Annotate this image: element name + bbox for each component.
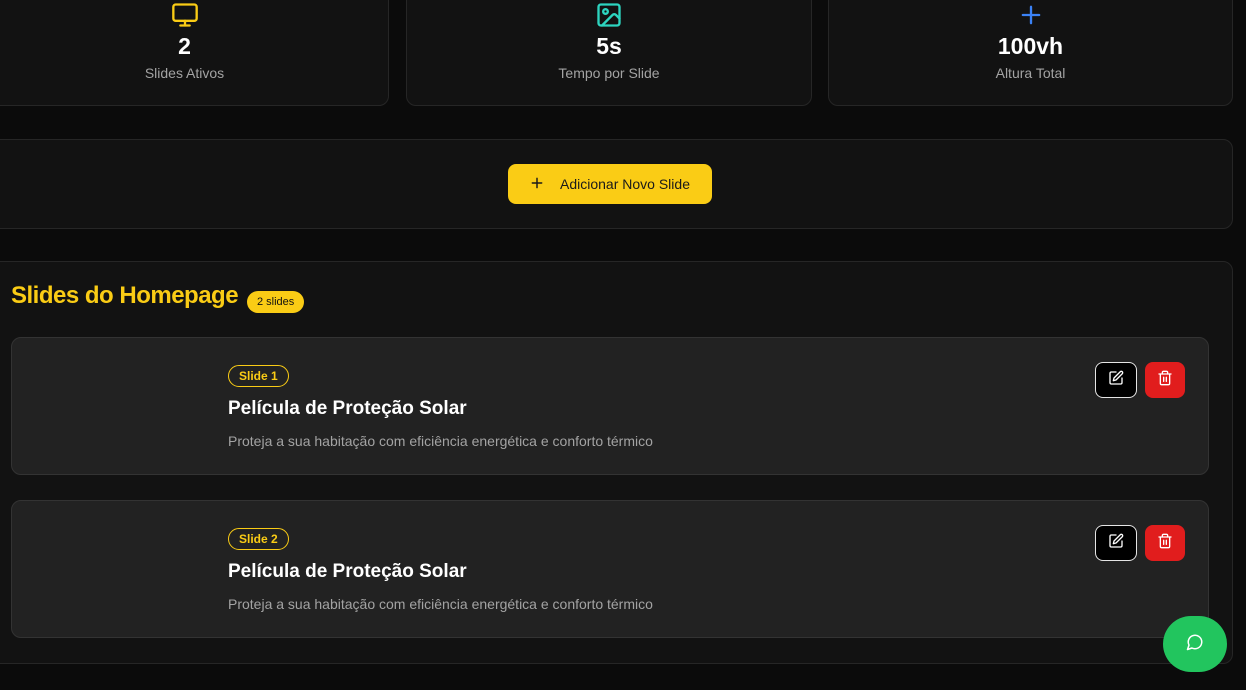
stat-label: Slides Ativos	[144, 65, 225, 81]
stat-value: 5s	[596, 33, 622, 59]
image-icon	[595, 1, 623, 29]
slide-tag: Slide 2	[228, 528, 289, 550]
edit-slide-button[interactable]	[1095, 525, 1137, 561]
stat-value: 100vh	[997, 33, 1064, 59]
plus-icon	[1017, 1, 1045, 29]
monitor-icon	[171, 1, 199, 29]
slide-card: Slide 1 Película de Proteção Solar Prote…	[11, 337, 1209, 475]
stat-label: Altura Total	[995, 65, 1066, 81]
slide-title: Película de Proteção Solar	[228, 561, 467, 582]
slide-count-badge: 2 slides	[247, 291, 305, 313]
delete-slide-button[interactable]	[1145, 525, 1185, 561]
edit-icon	[1108, 370, 1124, 391]
slides-panel: Slides do Homepage 2 slides Slide 1 Pelí…	[0, 261, 1233, 664]
plus-icon	[530, 176, 544, 193]
edit-slide-button[interactable]	[1095, 362, 1137, 398]
stat-card-total-height: 100vh Altura Total	[828, 0, 1233, 106]
trash-icon	[1157, 533, 1173, 554]
slide-tag: Slide 1	[228, 365, 289, 387]
trash-icon	[1157, 370, 1173, 391]
slide-description: Proteja a sua habitação com eficiência e…	[228, 596, 653, 612]
slide-card: Slide 2 Película de Proteção Solar Prote…	[11, 500, 1209, 638]
slide-title: Película de Proteção Solar	[228, 398, 467, 419]
chat-bubble-icon	[1186, 633, 1204, 656]
chat-button[interactable]	[1163, 616, 1227, 672]
stat-card-time-per-slide: 5s Tempo por Slide	[406, 0, 812, 106]
add-slide-bar: Adicionar Novo Slide	[0, 139, 1233, 229]
page: 2 Slides Ativos 5s Tempo por Slide 100vh…	[0, 0, 1246, 690]
delete-slide-button[interactable]	[1145, 362, 1185, 398]
stat-card-active-slides: 2 Slides Ativos	[0, 0, 389, 106]
edit-icon	[1108, 533, 1124, 554]
stat-label: Tempo por Slide	[558, 65, 660, 81]
add-slide-button[interactable]: Adicionar Novo Slide	[508, 164, 712, 204]
stat-value: 2	[178, 33, 191, 59]
add-slide-label: Adicionar Novo Slide	[560, 176, 690, 192]
slide-description: Proteja a sua habitação com eficiência e…	[228, 433, 653, 449]
panel-title: Slides do Homepage	[11, 282, 239, 309]
